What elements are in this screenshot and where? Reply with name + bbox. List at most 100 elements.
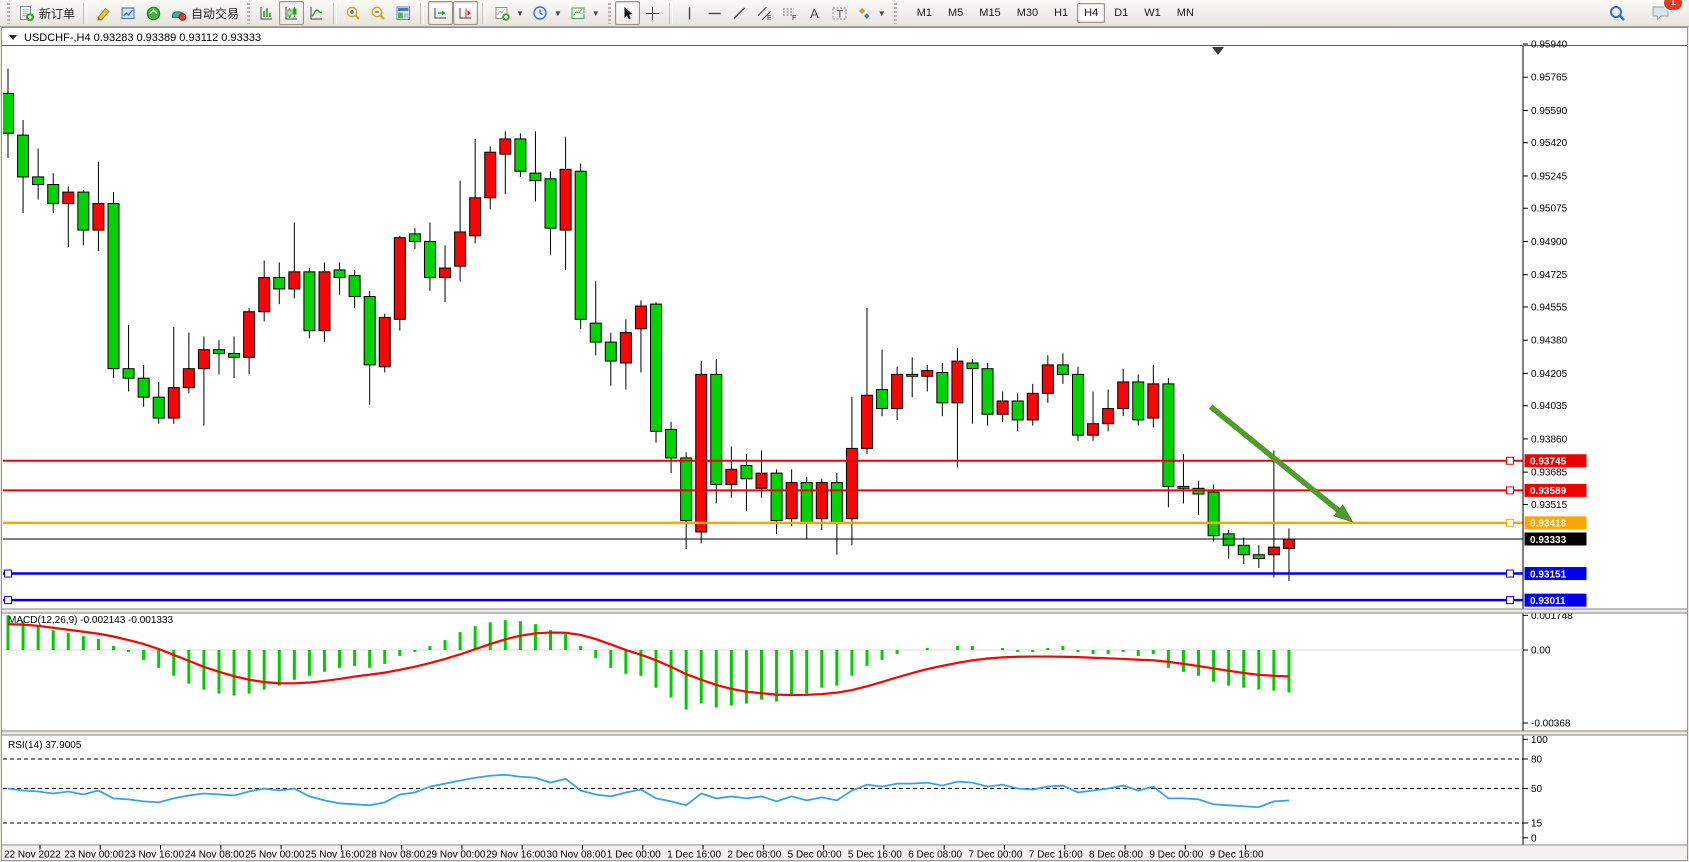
candle-body: [1178, 486, 1189, 488]
candle-body: [1253, 555, 1264, 559]
new-order-label: 新订单: [39, 5, 75, 22]
macd-tick-label: -0.00368: [1531, 719, 1571, 730]
candle-body: [1133, 382, 1144, 420]
vertical-line-button[interactable]: [677, 1, 702, 25]
horizontal-line-button[interactable]: [702, 1, 727, 25]
bar-chart-button[interactable]: [254, 1, 279, 25]
charts-icon: [120, 5, 137, 22]
candle-body: [470, 198, 481, 236]
trendline-button[interactable]: [727, 1, 752, 25]
candle-body: [1283, 539, 1294, 548]
price-tick-label: 0.95940: [1531, 40, 1568, 51]
candle-body: [575, 171, 586, 319]
line-chart-button[interactable]: [304, 1, 329, 25]
timeframe-button-H4[interactable]: H4: [1077, 3, 1105, 23]
zoom-in-button[interactable]: [341, 1, 366, 25]
auto-scroll-button[interactable]: [428, 1, 453, 25]
timeframe-button-MN[interactable]: MN: [1170, 3, 1201, 23]
templates-button[interactable]: ▼: [566, 1, 604, 25]
line-handle[interactable]: [5, 597, 12, 604]
chart-shift-button[interactable]: [453, 1, 478, 25]
candle-body: [319, 272, 330, 331]
channel-icon: E: [756, 5, 773, 22]
pane-separator[interactable]: [2, 609, 1687, 613]
candle-body: [861, 395, 872, 448]
timeframe-button-D1[interactable]: D1: [1107, 3, 1135, 23]
line-handle[interactable]: [1507, 457, 1514, 464]
pane-separator[interactable]: [2, 731, 1687, 735]
styler-button[interactable]: [91, 1, 116, 25]
cursor-button[interactable]: [615, 1, 640, 25]
chart-canvas[interactable]: USDCHF-,H4 0.93283 0.93389 0.93112 0.933…: [0, 27, 1689, 862]
timeframe-button-W1[interactable]: W1: [1137, 3, 1168, 23]
crosshair-button[interactable]: [640, 1, 665, 25]
fibonacci-button[interactable]: F: [777, 1, 802, 25]
autotrading-button[interactable]: 自动交易: [166, 1, 243, 25]
rsi-tick-label: 0: [1531, 833, 1537, 844]
timeframe-button-M30[interactable]: M30: [1010, 3, 1045, 23]
candle-body: [982, 369, 993, 415]
channel-button[interactable]: E: [752, 1, 777, 25]
candle-body: [1088, 424, 1099, 435]
line-handle[interactable]: [5, 570, 12, 577]
autotrading-icon: [170, 5, 187, 22]
new-order-button[interactable]: 新订单: [14, 1, 79, 25]
candle-body: [63, 192, 74, 203]
label-button[interactable]: T: [827, 1, 852, 25]
candle-body: [183, 369, 194, 388]
candle-body: [877, 390, 888, 409]
line-handle[interactable]: [1507, 597, 1514, 604]
candle-body: [424, 241, 435, 277]
periods-button[interactable]: ▼: [528, 1, 566, 25]
zoom-in-icon: [345, 5, 362, 22]
time-axis[interactable]: 22 Nov 202223 Nov 00:0023 Nov 16:0024 No…: [2, 845, 1687, 861]
candle-body: [741, 466, 752, 479]
candle-body: [349, 276, 360, 297]
candle-body: [213, 350, 224, 354]
zoom-out-icon: [370, 5, 387, 22]
toolbar-separator: [83, 3, 87, 24]
candle-body: [33, 177, 44, 185]
candlestick-chart-button[interactable]: [279, 1, 304, 25]
indicators-button[interactable]: ▼: [490, 1, 528, 25]
timeframe-button-M1[interactable]: M1: [910, 3, 939, 23]
rsi-tick-label: 80: [1531, 755, 1543, 766]
candle-body: [229, 353, 240, 357]
candle-body: [952, 361, 963, 403]
candle-body: [967, 363, 978, 369]
tile-windows-button[interactable]: [391, 1, 416, 25]
timeframe-button-H1[interactable]: H1: [1047, 3, 1075, 23]
search-button[interactable]: [1604, 1, 1631, 25]
line-handle[interactable]: [1507, 519, 1514, 526]
price-tick-label: 0.95765: [1531, 73, 1568, 84]
charts-button[interactable]: [116, 1, 141, 25]
price-tag-label: 0.93333: [1530, 535, 1567, 546]
timeframe-button-M15[interactable]: M15: [972, 3, 1007, 23]
svg-text:E: E: [767, 15, 772, 22]
candle-body: [922, 371, 933, 377]
indicators-icon: [494, 5, 511, 22]
time-tick-label: 8 Dec 08:00: [1089, 850, 1143, 861]
label-icon: T: [831, 5, 848, 22]
line-handle[interactable]: [1507, 570, 1514, 577]
candle-body: [545, 179, 556, 228]
toolbar-right: 1: [1604, 1, 1675, 25]
candle-body: [846, 448, 857, 518]
time-tick-label: 1 Dec 16:00: [667, 850, 721, 861]
time-tick-label: 25 Nov 16:00: [305, 850, 365, 861]
text-button[interactable]: A: [802, 1, 827, 25]
candle-body: [726, 469, 737, 484]
chart-title: USDCHF-,H4 0.93283 0.93389 0.93112 0.933…: [24, 32, 261, 44]
line-handle[interactable]: [1507, 487, 1514, 494]
metaquotes-button[interactable]: [141, 1, 166, 25]
candle-body: [138, 378, 149, 397]
price-tick-label: 0.94555: [1531, 302, 1568, 313]
zoom-out-button[interactable]: [366, 1, 391, 25]
notification-badge[interactable]: 1: [1663, 0, 1683, 11]
candle-body: [48, 185, 59, 204]
candle-body: [681, 458, 692, 521]
new-order-icon: [18, 5, 35, 22]
time-tick-label: 28 Nov 08:00: [366, 850, 426, 861]
timeframe-button-M5[interactable]: M5: [941, 3, 970, 23]
shapes-button[interactable]: ▼: [852, 1, 890, 25]
